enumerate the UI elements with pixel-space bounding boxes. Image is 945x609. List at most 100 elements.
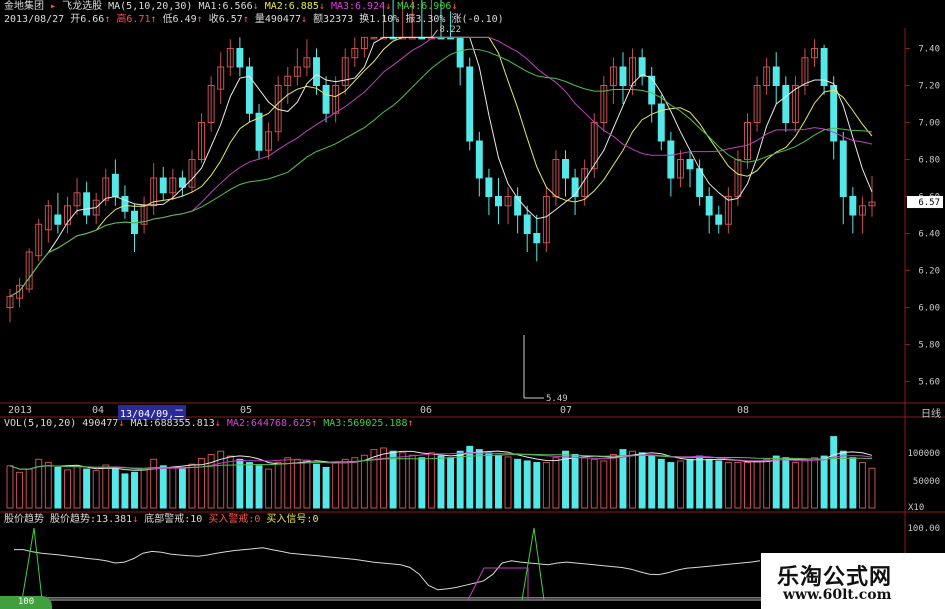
volume-bar — [131, 471, 138, 509]
volume-bar — [839, 450, 847, 509]
ind-axis-label-100: 100.00 — [907, 524, 940, 534]
volume-bar — [265, 468, 273, 509]
volume-bar — [724, 462, 732, 509]
volume-bar — [638, 452, 646, 509]
volume-bar — [159, 465, 167, 509]
high-annotation-pointer — [431, 29, 438, 39]
volume-bar — [169, 466, 177, 509]
volume-bar — [418, 457, 426, 509]
candle-body — [111, 173, 119, 198]
volume-bar — [830, 436, 838, 509]
volume-bar — [600, 460, 608, 509]
candle-body — [705, 196, 713, 216]
volume-bar — [744, 462, 751, 509]
volume-bar — [590, 458, 598, 509]
ma5-line — [9, 36, 873, 297]
candle-body — [159, 177, 167, 194]
volume-bar — [485, 452, 493, 509]
candle-body — [494, 196, 502, 207]
candle-body — [715, 214, 723, 225]
candle-body — [686, 159, 694, 170]
volume-bar — [494, 454, 502, 509]
ma10-line — [9, 36, 873, 297]
volume-bar — [849, 457, 857, 509]
date-label-04: 04 — [92, 405, 105, 416]
vol-value: 490477 — [82, 418, 119, 429]
volume-bar — [801, 460, 809, 509]
corner-badge[interactable]: 100 — [0, 596, 52, 609]
ma20-line — [9, 36, 873, 297]
price-tick-label: 7.20 — [918, 82, 940, 92]
ind-bottom-warning: 底部警戒:10 — [144, 514, 203, 525]
volume-bar — [447, 457, 455, 509]
volume-bar — [63, 469, 71, 509]
volume-bar — [715, 460, 723, 509]
candle-body — [485, 177, 493, 197]
ind-value: 股价趋势:13.381 — [50, 514, 133, 525]
quote-header: 2013/08/27 开6.66↑ 高6.71↑ 低6.49↑ 收6.57↑ 量… — [4, 14, 504, 25]
volume-bar — [274, 462, 282, 509]
ind-buy-warning: 买入警戒:0 — [208, 514, 261, 525]
volume-bar — [609, 453, 617, 509]
volume-bar — [542, 462, 550, 509]
volume-bar — [389, 450, 397, 509]
quote-change: 涨(-0.10) — [451, 14, 504, 25]
volume-bar — [54, 466, 62, 509]
volume-bar — [734, 462, 742, 509]
quote-volume: 量490477 — [254, 14, 301, 25]
candle-body — [533, 233, 541, 244]
volume-bar — [581, 457, 589, 509]
volume-bar — [456, 450, 464, 509]
quote-close: 收6.57 — [208, 14, 243, 25]
volume-bar — [475, 449, 483, 509]
volume-bar — [667, 462, 675, 509]
volume-bar — [16, 471, 24, 509]
high-annotation-label: 8.22 — [439, 25, 461, 35]
candle-body — [849, 196, 857, 216]
candle-body — [772, 66, 780, 86]
volume-bar — [313, 463, 320, 509]
buy-warning-marker — [467, 567, 529, 601]
candle-body — [475, 140, 483, 179]
volume-bar — [44, 462, 52, 509]
candle-body — [562, 159, 569, 179]
volume-bar — [150, 458, 158, 509]
ma2-value: MA2:6.885 — [264, 1, 319, 12]
candle-body — [667, 140, 675, 179]
candle-body — [466, 66, 474, 142]
volume-bar — [102, 464, 110, 509]
volume-bar — [303, 459, 311, 509]
quote-low: 低6.49 — [162, 14, 197, 25]
volume-bar — [820, 455, 828, 509]
candle-body — [121, 196, 129, 212]
volume-bar — [121, 473, 129, 509]
volume-bar — [284, 457, 292, 509]
candle-body — [619, 66, 627, 86]
volume-bar — [686, 458, 694, 509]
candle-body — [245, 66, 253, 114]
volume-bar — [351, 457, 359, 509]
volume-bar — [332, 462, 340, 509]
price-tick-label: 5.80 — [918, 341, 940, 351]
volume-bar — [255, 465, 263, 509]
volume-bar — [782, 457, 790, 509]
vol-ma3: MA3:569025.188 — [323, 418, 408, 429]
candle-body — [456, 36, 464, 68]
volume-bar — [140, 469, 148, 509]
volume-bar — [83, 468, 91, 509]
watermark-url: www.60lt.com — [783, 587, 892, 603]
candle-body — [83, 192, 91, 216]
ind-title: 股价趋势 — [4, 514, 44, 525]
volume-bar — [427, 452, 435, 509]
volume-bar — [657, 458, 665, 509]
volume-bar — [648, 455, 656, 509]
volume-bar — [868, 467, 876, 509]
candle-body — [322, 85, 330, 114]
candle-body — [782, 85, 790, 123]
volume-bar — [92, 470, 100, 509]
date-label-2013: 2013 — [8, 405, 33, 416]
quote-turnover: 换1.10% — [359, 14, 400, 25]
volume-bar — [341, 458, 349, 509]
indicator-header: 股价趋势 股价趋势:13.381↓ 底部警戒:10 买入警戒:0 买入信号:0 — [4, 514, 319, 525]
period-label[interactable]: 日线 — [921, 405, 941, 420]
